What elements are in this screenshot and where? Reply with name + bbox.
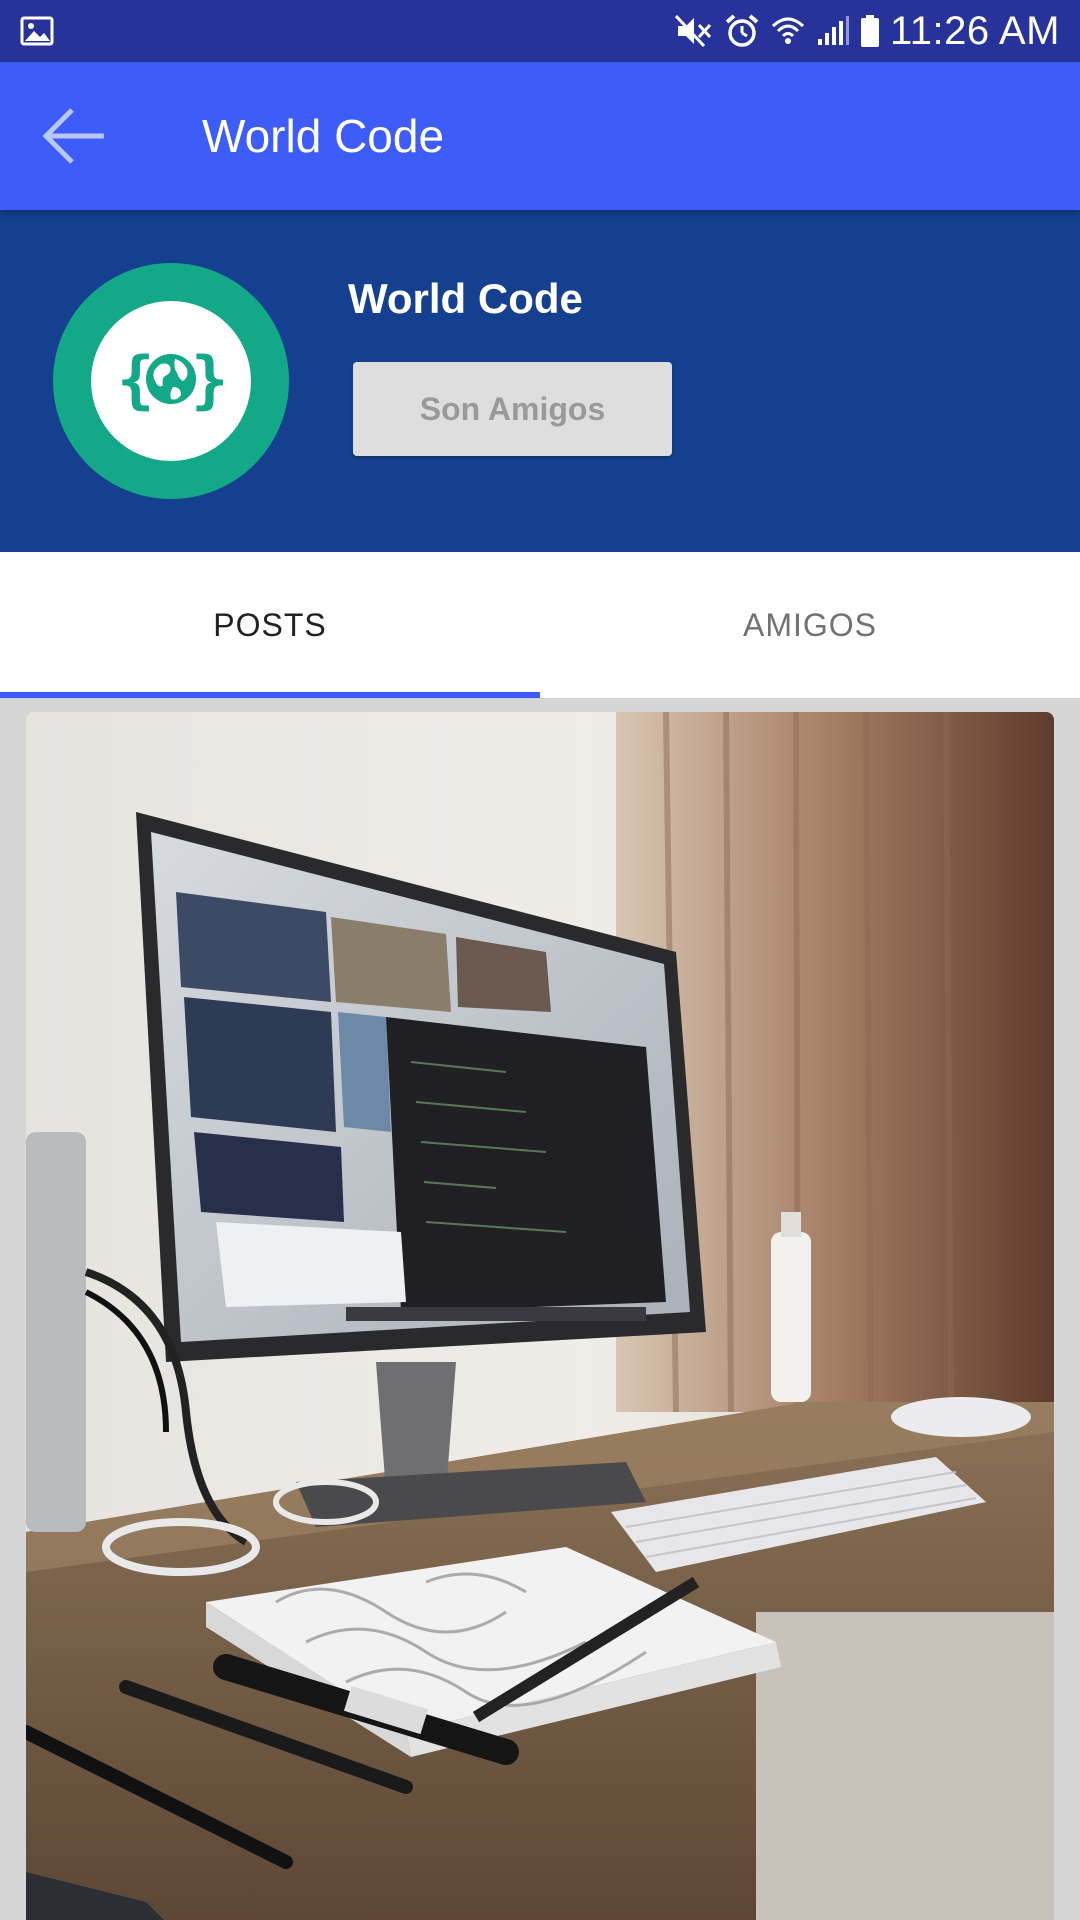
- posts-feed[interactable]: [0, 700, 1080, 1920]
- tab-amigos[interactable]: AMIGOS: [540, 552, 1080, 698]
- profile-header: { } World Code Son Amigos: [0, 210, 1080, 552]
- svg-text:}: }: [191, 343, 228, 416]
- back-button[interactable]: [20, 81, 130, 191]
- mute-icon: [674, 14, 714, 48]
- status-time: 11:26 AM: [889, 8, 1060, 53]
- tab-amigos-label: AMIGOS: [742, 606, 877, 643]
- arrow-back-icon: [42, 108, 104, 164]
- friends-status-button[interactable]: Son Amigos: [353, 362, 672, 456]
- tab-indicator: [0, 692, 540, 698]
- image-icon: [20, 16, 54, 46]
- alarm-icon: [724, 13, 760, 49]
- post-card[interactable]: [26, 712, 1054, 1920]
- app-bar: World Code: [0, 62, 1080, 210]
- app-title: World Code: [202, 110, 445, 162]
- battery-icon: [860, 14, 880, 48]
- tab-posts[interactable]: POSTS: [0, 552, 540, 698]
- status-bar: 11:26 AM: [0, 0, 1080, 62]
- world-code-logo-icon: { }: [117, 343, 228, 416]
- profile-name: World Code: [348, 275, 583, 322]
- signal-icon: [816, 15, 850, 47]
- avatar: { }: [53, 263, 289, 499]
- tab-bar: POSTS AMIGOS: [0, 552, 1080, 699]
- post-image[interactable]: [26, 712, 1054, 1920]
- tab-posts-label: POSTS: [213, 606, 327, 643]
- wifi-icon: [770, 14, 806, 48]
